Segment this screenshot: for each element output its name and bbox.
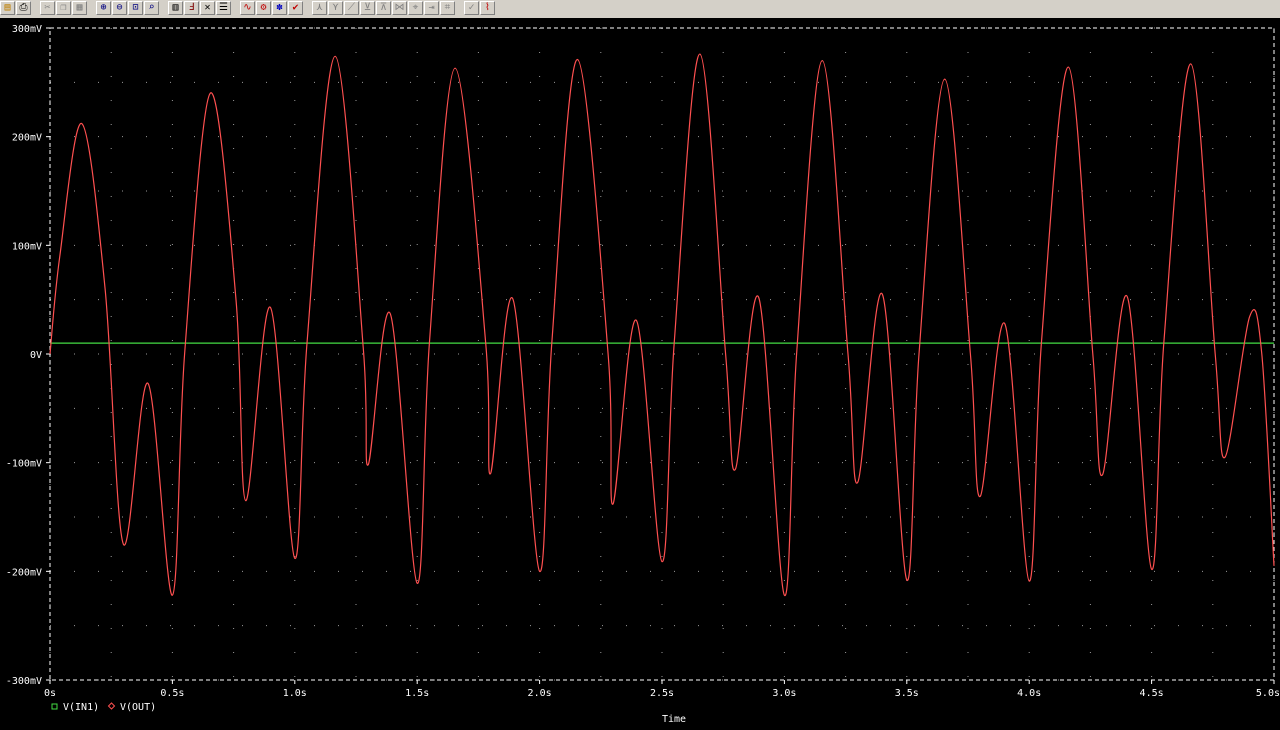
y-tick-label: 0V	[30, 350, 42, 361]
performance-button[interactable]: ✕	[200, 1, 215, 15]
eval-goal-icon: ⚙	[260, 2, 267, 13]
mark-data-icon: ⌇	[485, 2, 490, 13]
zoom-area-button[interactable]: ⊡	[128, 1, 143, 15]
x-tick-label: 4.0s	[1017, 688, 1041, 699]
toolbar-group-edit: ✂ ❐ ▦	[40, 0, 88, 16]
legend-label-v-out: V(OUT)	[120, 702, 156, 713]
cursor-point-button[interactable]: ⋈	[392, 1, 407, 15]
cursor-max-icon: ⊼	[379, 2, 388, 13]
toolbar-group-zoom: ⊕ ⊖ ⊡ ⌕	[96, 0, 160, 16]
legend-label-v-in1: V(IN1)	[63, 702, 99, 713]
eval-goal-button[interactable]: ⚙	[256, 1, 271, 15]
plot-area: 300mV 200mV 100mV 0V -100mV -200mV -300mV 0s 0.…	[0, 18, 1280, 730]
copy-button[interactable]: ❐	[56, 1, 71, 15]
toolbar-group-trace: ∿ ⚙ ✽ ✔	[240, 0, 304, 16]
performance-icon: ✕	[204, 2, 211, 13]
zoom-in-button[interactable]: ⊕	[96, 1, 111, 15]
y-tick-label: 100mV	[12, 241, 42, 252]
cursor-next-icon: ⇥	[428, 2, 435, 13]
cursor-max-button[interactable]: ⊼	[376, 1, 391, 15]
toolbar-group-file: ▤ ⎙	[0, 0, 32, 16]
x-tick-label: 3.0s	[772, 688, 796, 699]
x-tick-label: 1.5s	[405, 688, 429, 699]
cursor-next-button[interactable]: ⇥	[424, 1, 439, 15]
zoom-area-icon: ⊡	[132, 2, 139, 13]
plot-background	[0, 18, 1280, 730]
fourier-button[interactable]: Ⅎ	[184, 1, 199, 15]
y-tick-label: 200mV	[12, 133, 42, 144]
add-trace-icon: ∿	[243, 2, 252, 13]
zoom-in-icon: ⊕	[100, 2, 107, 13]
paste-button[interactable]: ▦	[72, 1, 87, 15]
print-icon: ⎙	[19, 2, 28, 13]
zoom-fit-icon: ⌕	[148, 2, 155, 13]
mark-icon: ✔	[292, 2, 299, 13]
open-button[interactable]: ▤	[0, 1, 15, 15]
log-x-icon: ▥	[172, 2, 179, 13]
paste-icon: ▦	[76, 2, 83, 13]
mark-label-button[interactable]: ✓	[464, 1, 479, 15]
cursor-peak-button[interactable]: ⋏	[312, 1, 327, 15]
x-tick-label: 3.5s	[895, 688, 919, 699]
toolbar-group-markers: ✓ ⌇	[464, 0, 496, 16]
cursor-trough-icon: ⋎	[332, 2, 339, 13]
toolbar: ▤ ⎙ ✂ ❐ ▦ ⊕ ⊖ ⊡ ⌕ ▥ Ⅎ ✕ ☰ ∿ ⚙ ✽ ✔ ⋏ ⋎ ⟋ ⊻ ⊼ ⋈ ⌖ ⇥ ⌗ ✓ ⌇	[0, 0, 1280, 19]
y-tick-label: 300mV	[12, 24, 42, 35]
copy-icon: ❐	[60, 2, 67, 13]
zoom-out-icon: ⊖	[116, 2, 123, 13]
y-tick-label: -200mV	[6, 567, 42, 578]
x-axis-label: Time	[662, 714, 686, 725]
print-button[interactable]: ⎙	[16, 1, 31, 15]
table-button[interactable]: ☰	[216, 1, 231, 15]
x-tick-label: 4.5s	[1140, 688, 1164, 699]
fourier-icon: Ⅎ	[188, 2, 195, 13]
toolbar-group-cursor: ⋏ ⋎ ⟋ ⊻ ⊼ ⋈ ⌖ ⇥ ⌗	[312, 0, 456, 16]
y-tick-label: -300mV	[6, 676, 42, 687]
zoom-out-button[interactable]: ⊖	[112, 1, 127, 15]
x-tick-label: 0.5s	[160, 688, 184, 699]
color-button[interactable]: ✽	[272, 1, 287, 15]
log-x-button[interactable]: ▥	[168, 1, 183, 15]
toolbar-group-plot: ▥ Ⅎ ✕ ☰	[168, 0, 232, 16]
color-icon: ✽	[276, 2, 283, 13]
cursor-peak-icon: ⋏	[316, 2, 323, 13]
cursor-search-button[interactable]: ⌖	[408, 1, 423, 15]
open-icon: ▤	[4, 2, 11, 13]
x-tick-label: 2.0s	[528, 688, 552, 699]
add-trace-button[interactable]: ∿	[240, 1, 255, 15]
mark-label-icon: ✓	[468, 2, 475, 13]
cursor-label-icon: ⌗	[444, 2, 451, 13]
cursor-slope-icon: ⟋	[348, 2, 355, 13]
mark-button[interactable]: ✔	[288, 1, 303, 15]
x-tick-label: 0s	[44, 688, 56, 699]
cursor-slope-button[interactable]: ⟋	[344, 1, 359, 15]
cut-icon: ✂	[44, 2, 51, 13]
cursor-label-button[interactable]: ⌗	[440, 1, 455, 15]
cursor-min-icon: ⊻	[363, 2, 372, 13]
y-tick-label: -100mV	[6, 459, 42, 470]
x-tick-label: 1.0s	[283, 688, 307, 699]
table-icon: ☰	[219, 2, 228, 13]
zoom-fit-button[interactable]: ⌕	[144, 1, 159, 15]
cut-button[interactable]: ✂	[40, 1, 55, 15]
cursor-min-button[interactable]: ⊻	[360, 1, 375, 15]
cursor-trough-button[interactable]: ⋎	[328, 1, 343, 15]
x-tick-label: 5.0s	[1256, 688, 1280, 699]
x-tick-label: 2.5s	[650, 688, 674, 699]
mark-data-button[interactable]: ⌇	[480, 1, 495, 15]
cursor-point-icon: ⋈	[394, 2, 405, 13]
cursor-search-icon: ⌖	[412, 2, 419, 13]
